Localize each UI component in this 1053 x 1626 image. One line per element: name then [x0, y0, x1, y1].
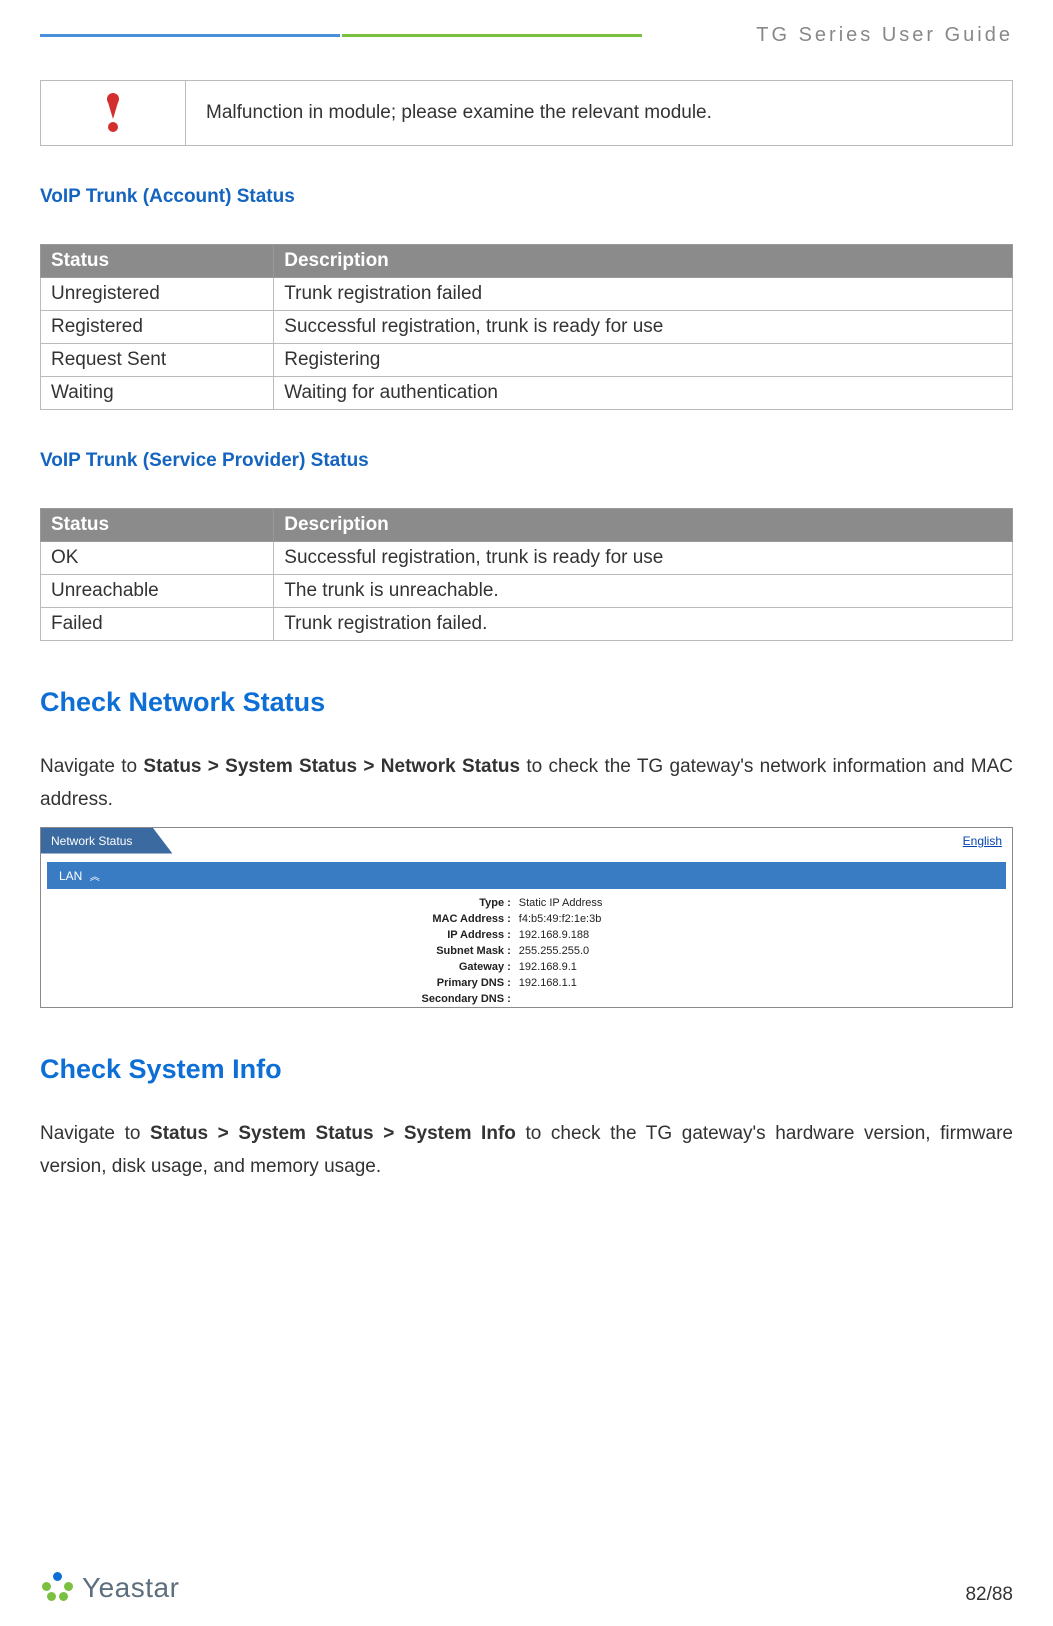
field-row: Primary DNS : 192.168.1.1	[41, 975, 1012, 991]
status-cell: Waiting	[41, 377, 274, 410]
table-row: Unregistered Trunk registration failed	[41, 278, 1013, 311]
page-number: 82/88	[965, 1584, 1013, 1606]
table-row: Failed Trunk registration failed.	[41, 608, 1013, 641]
field-label: Subnet Mask :	[41, 945, 517, 957]
field-label: Type :	[41, 897, 517, 909]
page-header: TG Series User Guide	[40, 24, 1013, 47]
desc-cell: Trunk registration failed.	[274, 608, 1013, 641]
para-text: Navigate to	[40, 1123, 150, 1144]
desc-cell: Trunk registration failed	[274, 278, 1013, 311]
field-label: IP Address :	[41, 929, 517, 941]
desc-cell: Waiting for authentication	[274, 377, 1013, 410]
subhead-voip-account: VoIP Trunk (Account) Status	[40, 186, 1013, 208]
field-row: Secondary DNS :	[41, 991, 1012, 1007]
network-status-topbar: Network Status English	[41, 828, 1012, 856]
yeastar-logo: Yeastar	[40, 1570, 179, 1606]
desc-cell: Successful registration, trunk is ready …	[274, 542, 1013, 575]
network-status-tab[interactable]: Network Status	[41, 828, 172, 854]
status-cell: Unregistered	[41, 278, 274, 311]
table-row: Request Sent Registering	[41, 344, 1013, 377]
exclamation-icon	[102, 93, 124, 133]
malfunction-box: Malfunction in module; please examine th…	[40, 80, 1013, 146]
field-value: 192.168.9.1	[517, 961, 1012, 973]
field-row: IP Address : 192.168.9.188	[41, 927, 1012, 943]
malfunction-icon-cell	[41, 81, 186, 145]
desc-cell: Successful registration, trunk is ready …	[274, 311, 1013, 344]
lan-label: LAN	[59, 869, 82, 883]
subhead-voip-provider: VoIP Trunk (Service Provider) Status	[40, 450, 1013, 472]
field-value: Static IP Address	[517, 897, 1012, 909]
logo-mark-icon	[40, 1570, 76, 1606]
table-row: Unreachable The trunk is unreachable.	[41, 575, 1013, 608]
field-row: Type : Static IP Address	[41, 895, 1012, 911]
sysinfo-para: Navigate to Status > System Status > Sys…	[40, 1117, 1013, 1184]
field-value: 255.255.255.0	[517, 945, 1012, 957]
page-content: Malfunction in module; please examine th…	[40, 60, 1013, 1536]
lan-fields: Type : Static IP Address MAC Address : f…	[41, 895, 1012, 1007]
network-para: Navigate to Status > System Status > Net…	[40, 750, 1013, 817]
field-value: f4:b5:49:f2:1e:3b	[517, 913, 1012, 925]
logo-text: Yeastar	[82, 1572, 179, 1604]
field-row: Gateway : 192.168.9.1	[41, 959, 1012, 975]
h2-system-info: Check System Info	[40, 1054, 1013, 1085]
language-link[interactable]: English	[963, 834, 1002, 848]
para-text: Navigate to	[40, 756, 143, 777]
page-footer: Yeastar 82/88	[40, 1570, 1013, 1606]
th-status: Status	[41, 509, 274, 542]
field-value: 192.168.9.188	[517, 929, 1012, 941]
table-row: Waiting Waiting for authentication	[41, 377, 1013, 410]
field-label: Secondary DNS :	[41, 993, 517, 1005]
status-cell: OK	[41, 542, 274, 575]
status-cell: Request Sent	[41, 344, 274, 377]
voip-provider-table: Status Description OK Successful registr…	[40, 508, 1013, 641]
status-cell: Registered	[41, 311, 274, 344]
desc-cell: Registering	[274, 344, 1013, 377]
field-value	[517, 993, 1012, 1005]
status-cell: Failed	[41, 608, 274, 641]
h2-network-status: Check Network Status	[40, 687, 1013, 718]
field-label: Primary DNS :	[41, 977, 517, 989]
header-title: TG Series User Guide	[736, 24, 1013, 47]
table-row: OK Successful registration, trunk is rea…	[41, 542, 1013, 575]
th-description: Description	[274, 509, 1013, 542]
header-rule-blue	[40, 34, 340, 37]
status-cell: Unreachable	[41, 575, 274, 608]
lan-section-header[interactable]: LAN ︽	[47, 862, 1006, 889]
breadcrumb-bold: Status > System Status > Network Status	[143, 756, 520, 777]
field-value: 192.168.1.1	[517, 977, 1012, 989]
table-header-row: Status Description	[41, 509, 1013, 542]
header-rule-green	[342, 34, 642, 37]
field-label: Gateway :	[41, 961, 517, 973]
desc-cell: The trunk is unreachable.	[274, 575, 1013, 608]
chevron-up-icon: ︽	[90, 872, 100, 883]
network-status-panel: Network Status English LAN ︽ Type : Stat…	[40, 827, 1013, 1008]
field-label: MAC Address :	[41, 913, 517, 925]
breadcrumb-bold: Status > System Status > System Info	[150, 1123, 516, 1144]
table-row: Registered Successful registration, trun…	[41, 311, 1013, 344]
th-description: Description	[274, 245, 1013, 278]
voip-account-table: Status Description Unregistered Trunk re…	[40, 244, 1013, 410]
table-header-row: Status Description	[41, 245, 1013, 278]
field-row: MAC Address : f4:b5:49:f2:1e:3b	[41, 911, 1012, 927]
th-status: Status	[41, 245, 274, 278]
field-row: Subnet Mask : 255.255.255.0	[41, 943, 1012, 959]
malfunction-text: Malfunction in module; please examine th…	[186, 102, 1012, 124]
